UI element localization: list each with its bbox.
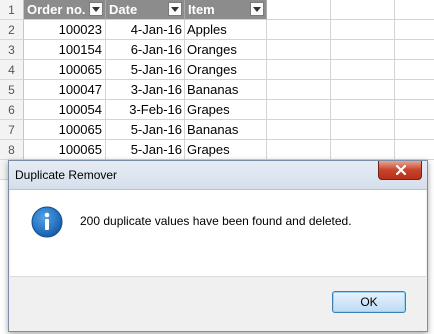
table-row: 7 100065 5-Jan-16 Bananas (0, 120, 434, 140)
dialog-titlebar[interactable]: Duplicate Remover (9, 161, 427, 190)
date-cell[interactable]: 4-Jan-16 (106, 20, 185, 40)
row-number[interactable]: 3 (0, 40, 24, 60)
row-number[interactable]: 2 (0, 20, 24, 40)
order-no-cell[interactable]: 100065 (24, 60, 106, 80)
dialog-content: 200 duplicate values have been found and… (10, 190, 426, 277)
empty-cell[interactable] (267, 60, 331, 80)
close-icon (396, 165, 406, 175)
item-cell[interactable]: Apples (185, 20, 267, 40)
date-cell[interactable]: 3-Feb-16 (106, 100, 185, 120)
header-date[interactable]: Date (106, 0, 185, 20)
date-cell[interactable]: 3-Jan-16 (106, 80, 185, 100)
date-cell[interactable]: 5-Jan-16 (106, 60, 185, 80)
empty-cell[interactable] (267, 80, 331, 100)
order-no-cell[interactable]: 100154 (24, 40, 106, 60)
empty-cell[interactable] (395, 100, 434, 120)
item-cell[interactable]: Bananas (185, 80, 267, 100)
empty-cell[interactable] (267, 100, 331, 120)
dialog-message: 200 duplicate values have been found and… (80, 214, 352, 228)
empty-cell[interactable] (331, 20, 395, 40)
filter-dropdown-icon[interactable] (89, 2, 103, 16)
header-item[interactable]: Item (185, 0, 267, 20)
item-cell[interactable]: Oranges (185, 60, 267, 80)
table-row: 2 100023 4-Jan-16 Apples (0, 20, 434, 40)
empty-cell[interactable] (395, 60, 434, 80)
filter-dropdown-icon[interactable] (250, 2, 264, 16)
empty-cell[interactable] (331, 60, 395, 80)
row-number[interactable]: 7 (0, 120, 24, 140)
filter-dropdown-icon[interactable] (168, 2, 182, 16)
row-number[interactable]: 6 (0, 100, 24, 120)
item-cell[interactable]: Bananas (185, 120, 267, 140)
empty-cell[interactable] (267, 40, 331, 60)
ok-button[interactable]: OK (332, 291, 406, 313)
duplicate-remover-dialog: Duplicate Remover 200 duplicate values h… (8, 160, 428, 332)
empty-cell[interactable] (395, 20, 434, 40)
order-no-cell[interactable]: 100023 (24, 20, 106, 40)
item-cell[interactable]: Grapes (185, 140, 267, 160)
order-no-cell[interactable]: 100054 (24, 100, 106, 120)
header-label: Item (188, 2, 215, 17)
row-number[interactable]: 4 (0, 60, 24, 80)
empty-cell[interactable] (395, 80, 434, 100)
order-no-cell[interactable]: 100065 (24, 120, 106, 140)
empty-cell[interactable] (331, 120, 395, 140)
row-number[interactable]: 1 (0, 0, 24, 20)
table-row: 6 100054 3-Feb-16 Grapes (0, 100, 434, 120)
order-no-cell[interactable]: 100065 (24, 140, 106, 160)
order-no-cell[interactable]: 100047 (24, 80, 106, 100)
empty-cell[interactable] (331, 140, 395, 160)
close-button[interactable] (378, 161, 422, 180)
empty-cell[interactable] (331, 80, 395, 100)
empty-cell[interactable] (267, 140, 331, 160)
empty-cell[interactable] (395, 40, 434, 60)
empty-cell[interactable] (331, 40, 395, 60)
table-row: 3 100154 6-Jan-16 Oranges (0, 40, 434, 60)
empty-cell[interactable] (267, 20, 331, 40)
empty-cell[interactable] (267, 0, 331, 20)
table-row: 8 100065 5-Jan-16 Grapes (0, 140, 434, 160)
header-label: Date (109, 2, 138, 17)
item-cell[interactable]: Oranges (185, 40, 267, 60)
empty-cell[interactable] (395, 0, 434, 20)
dialog-title: Duplicate Remover (15, 168, 118, 182)
date-cell[interactable]: 5-Jan-16 (106, 120, 185, 140)
date-cell[interactable]: 5-Jan-16 (106, 140, 185, 160)
row-number[interactable]: 8 (0, 140, 24, 160)
item-cell[interactable]: Grapes (185, 100, 267, 120)
row-number[interactable]: 5 (0, 80, 24, 100)
empty-cell[interactable] (395, 120, 434, 140)
empty-cell[interactable] (267, 120, 331, 140)
header-row: 1 Order no. Date Item (0, 0, 434, 20)
table-row: 4 100065 5-Jan-16 Oranges (0, 60, 434, 80)
info-icon (31, 206, 63, 238)
header-label: Order no. (27, 2, 86, 17)
date-cell[interactable]: 6-Jan-16 (106, 40, 185, 60)
table-row: 5 100047 3-Jan-16 Bananas (0, 80, 434, 100)
empty-cell[interactable] (395, 140, 434, 160)
empty-cell[interactable] (331, 100, 395, 120)
header-order-no[interactable]: Order no. (24, 0, 106, 20)
empty-cell[interactable] (331, 0, 395, 20)
